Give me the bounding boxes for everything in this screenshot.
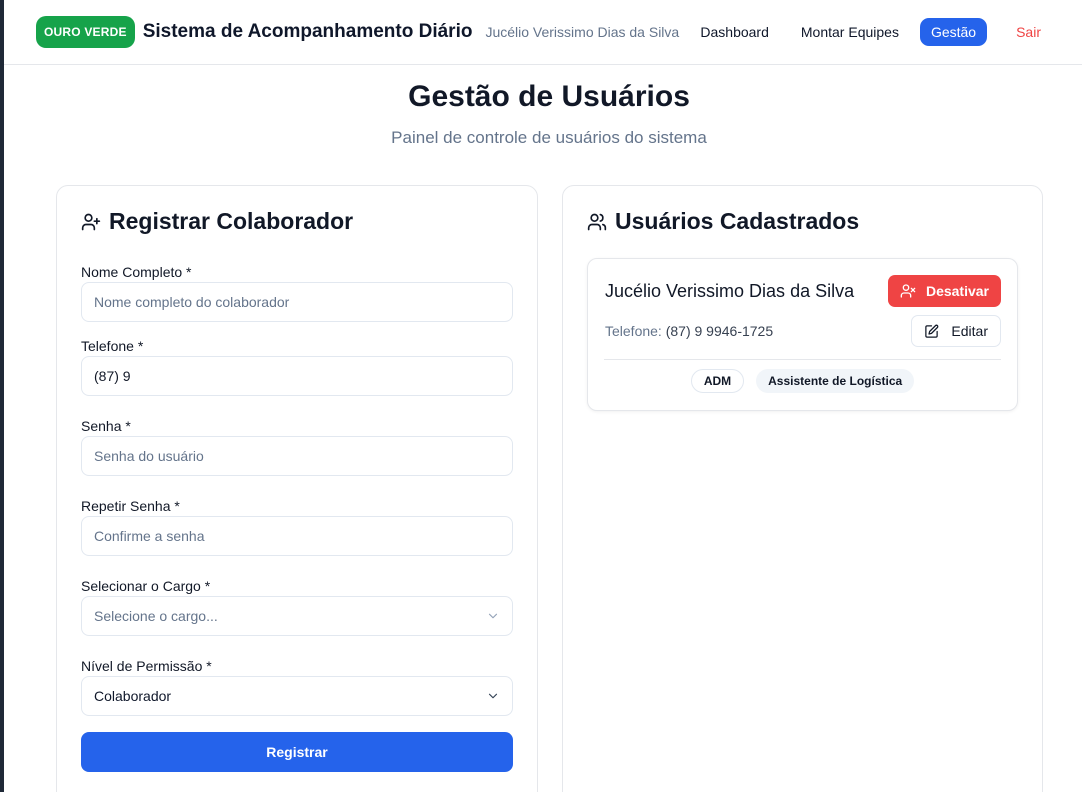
users-icon — [587, 213, 607, 230]
user-x-icon — [900, 284, 916, 298]
cargo-select-value: Selecione o cargo... — [94, 608, 218, 624]
user-card-name: Jucélio Verissimo Dias da Silva — [605, 281, 855, 301]
phone-label: Telefone: — [605, 323, 662, 339]
role-badge: Assistente de Logística — [756, 369, 915, 393]
page-subtitle: Painel de controle de usuários do sistem… — [391, 128, 707, 147]
cargo-select[interactable]: Selecione o cargo... — [81, 596, 513, 636]
nome-label: Nome Completo * — [81, 264, 192, 280]
user-card: Jucélio Verissimo Dias da Silva Telefone… — [587, 258, 1018, 411]
permission-badge: ADM — [690, 369, 745, 393]
edit-icon — [925, 324, 939, 338]
user-plus-icon — [81, 213, 101, 230]
deactivate-label: Desativar — [925, 283, 989, 299]
main-nav: Dashboard Montar Equipes Gestão Sair — [679, 18, 1052, 46]
logout-link[interactable]: Sair — [1005, 18, 1052, 46]
permissao-label: Nível de Permissão * — [81, 658, 212, 674]
users-card: Usuários Cadastrados Jucélio Verissimo D… — [562, 185, 1043, 792]
permissao-select[interactable]: Colaborador — [81, 676, 513, 716]
register-card: Registrar Colaborador Nome Completo * Te… — [56, 185, 538, 792]
logged-user-name: Jucélio Verissimo Dias da Silva — [485, 24, 680, 40]
deactivate-button[interactable]: Desativar — [887, 275, 1001, 307]
page-title: Gestão de Usuários — [408, 80, 690, 113]
repetir-senha-label: Repetir Senha * — [81, 498, 180, 514]
role-badges: ADM Assistente de Logística — [588, 369, 1017, 393]
register-card-title: Registrar Colaborador — [81, 208, 353, 235]
permissao-select-value: Colaborador — [94, 688, 172, 704]
senha-input[interactable] — [81, 436, 513, 476]
nav-montar-equipes[interactable]: Montar Equipes — [790, 18, 910, 46]
chevron-down-icon — [488, 693, 498, 699]
top-header: OURO VERDE Sistema de Acompanhamento Diá… — [4, 0, 1082, 65]
phone-value: (87) 9 9946-1725 — [665, 323, 774, 339]
app-title: Sistema de Acompanhamento Diário — [142, 21, 473, 42]
users-title-text: Usuários Cadastrados — [615, 208, 860, 234]
user-card-phone: Telefone: (87) 9 9946-1725 — [605, 323, 773, 339]
nome-input[interactable] — [81, 282, 513, 322]
window-edge — [0, 0, 4, 792]
cargo-label: Selecionar o Cargo * — [81, 578, 211, 594]
register-button[interactable]: Registrar — [81, 732, 513, 772]
telefone-input[interactable] — [81, 356, 513, 396]
users-card-title: Usuários Cadastrados — [587, 208, 859, 235]
senha-label: Senha * — [81, 418, 131, 434]
divider — [604, 359, 1001, 360]
nav-dashboard[interactable]: Dashboard — [689, 18, 780, 46]
edit-label: Editar — [951, 323, 988, 339]
brand-logo: OURO VERDE — [36, 16, 135, 48]
repetir-senha-input[interactable] — [81, 516, 513, 556]
edit-button[interactable]: Editar — [911, 315, 1001, 347]
chevron-down-icon — [488, 613, 498, 619]
nav-gestao[interactable]: Gestão — [919, 18, 988, 46]
register-title-text: Registrar Colaborador — [109, 208, 354, 234]
telefone-label: Telefone * — [81, 338, 144, 354]
